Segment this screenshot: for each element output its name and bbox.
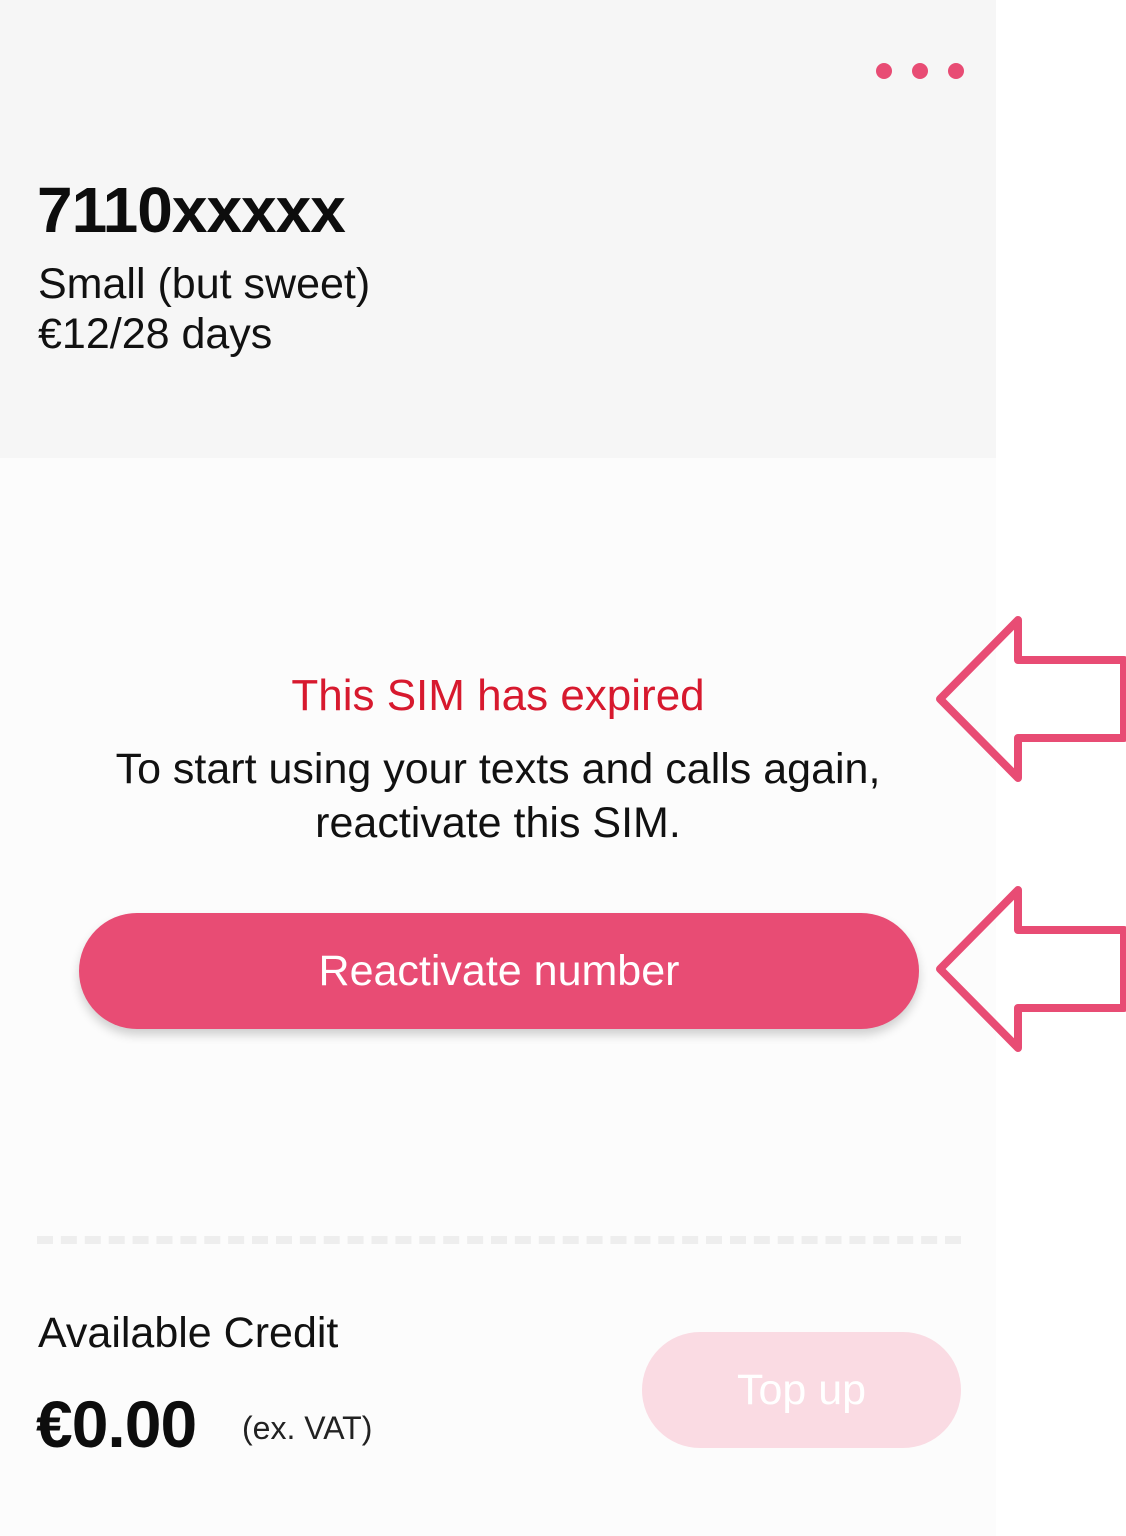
section-divider	[37, 1236, 961, 1244]
top-up-button: Top up	[642, 1332, 961, 1448]
sim-expired-title: This SIM has expired	[291, 671, 705, 720]
reactivate-number-button[interactable]: Reactivate number	[79, 913, 919, 1029]
plan-name: Small (but sweet)	[38, 260, 371, 308]
available-credit-label: Available Credit	[38, 1309, 339, 1357]
more-options-button[interactable]	[868, 54, 972, 88]
credit-vat-note: (ex. VAT)	[242, 1410, 373, 1446]
plan-price: €12/28 days	[38, 310, 273, 358]
more-horizontal-icon	[876, 63, 892, 79]
sim-expired-message: To start using your texts and calls agai…	[115, 745, 881, 847]
arrow-left-outline-icon	[936, 886, 1126, 1052]
sim-card-panel: 7110xxxxx Small (but sweet) €12/28 days …	[0, 0, 996, 1536]
arrow-left-outline-icon	[936, 616, 1126, 782]
sim-header: 7110xxxxx Small (but sweet) €12/28 days	[0, 0, 996, 458]
more-horizontal-icon	[948, 63, 964, 79]
available-credit-amount: €0.00	[36, 1387, 197, 1461]
phone-number: 7110xxxxx	[37, 174, 346, 246]
sim-details-screen: 7110xxxxx Small (but sweet) €12/28 days …	[0, 0, 1126, 1536]
more-horizontal-icon	[912, 63, 928, 79]
